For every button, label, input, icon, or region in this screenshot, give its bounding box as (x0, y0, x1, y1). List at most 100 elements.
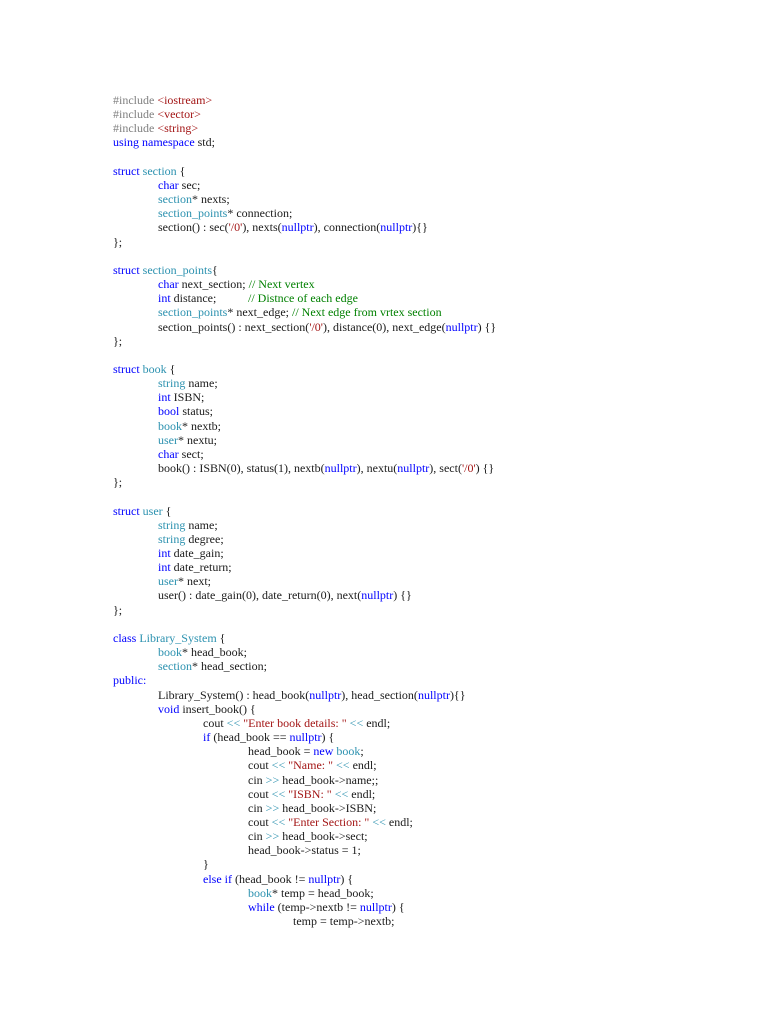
code-line: struct user { (113, 504, 496, 518)
keyword: nullptr (308, 871, 341, 886)
code-text: Library_System() : head_book( (158, 687, 310, 702)
code-text: ) { (321, 730, 335, 745)
code-line: #include <vector> (113, 107, 496, 121)
type-name: book (158, 645, 182, 660)
code-text: ) {} (477, 319, 497, 334)
code-line: }; (113, 603, 496, 617)
code-line: head_book = new book; (248, 744, 496, 758)
code-text: (temp->nextb != (274, 899, 360, 914)
code-line: section_points* next_edge; // Next edge … (158, 305, 496, 319)
code-line: int date_gain; (158, 546, 496, 560)
code-line: section* nexts; (158, 192, 496, 206)
type-name: section (158, 659, 192, 674)
code-text: { (216, 630, 226, 645)
keyword: class (113, 630, 137, 645)
string-literal: "Enter Section: " (285, 814, 373, 829)
code-text: head_book->status = 1; (248, 843, 361, 858)
code-text: ) { (340, 871, 354, 886)
code-text: user() : date_gain(0), date_return(0), n… (158, 588, 362, 603)
code-line: cin >> head_book->ISBN; (248, 801, 496, 815)
code-text: section_points() : next_section( (158, 319, 310, 334)
keyword: char (158, 177, 179, 192)
code-text: }; (113, 475, 123, 490)
code-line: struct book { (113, 362, 496, 376)
code-text: head_book = (248, 744, 314, 759)
code-text: name; (185, 376, 218, 391)
code-line: class Library_System { (113, 631, 496, 645)
code-line: user* next; (158, 574, 496, 588)
keyword: char (158, 446, 179, 461)
code-text: std; (194, 135, 215, 150)
operator: << (226, 715, 241, 730)
code-line: section() : sec('/0'), nexts(nullptr), c… (158, 220, 496, 234)
string-literal: <iostream> (157, 93, 213, 107)
keyword: new (313, 744, 334, 759)
code-line: cout << "Enter book details: " << endl; (203, 716, 496, 730)
operator: << (271, 786, 286, 801)
code-line: cout << "ISBN: " << endl; (248, 787, 496, 801)
keyword: nullptr (397, 461, 430, 476)
code-text: * temp = head_book; (272, 885, 374, 900)
code-line: Library_System() : head_book(nullptr), h… (158, 688, 496, 702)
code-text: cin (248, 772, 266, 787)
code-text: * next; (178, 574, 211, 589)
code-text: head_book->ISBN; (279, 800, 377, 815)
preprocessor-token: #include (113, 121, 158, 136)
code-text: endl; (348, 786, 376, 801)
code-line: cin >> head_book->sect; (248, 829, 496, 843)
code-line: string name; (158, 376, 496, 390)
code-text: ){} (449, 687, 466, 702)
code-line: char sect; (158, 447, 496, 461)
code-line: else if (head_book != nullptr) { (203, 872, 496, 886)
code-text: * head_section; (192, 659, 267, 674)
code-line: int date_return; (158, 560, 496, 574)
keyword: struct (113, 503, 140, 518)
operator: << (271, 758, 286, 773)
code-text: temp = temp->nextb; (293, 914, 395, 929)
code-line: cout << "Name: " << endl; (248, 758, 496, 772)
operator: << (334, 786, 349, 801)
code-text: ), sect( (429, 461, 462, 476)
code-line: while (temp->nextb != nullptr) { (248, 900, 496, 914)
keyword: int (158, 291, 171, 306)
code-document: #include <iostream> #include <vector> #inc… (113, 93, 496, 928)
keyword: using namespace (113, 135, 195, 150)
code-text: * head_book; (182, 645, 247, 660)
code-text: * nextu; (178, 432, 217, 447)
code-text: endl; (349, 758, 377, 773)
keyword: nullptr (281, 220, 314, 235)
code-text: endl; (363, 715, 391, 730)
code-line: void insert_book() { (158, 702, 496, 716)
code-line: } (203, 857, 496, 871)
code-text: ){} (412, 220, 428, 235)
code-line: char next_section; // Next vertex (158, 277, 496, 291)
keyword: nullptr (289, 730, 322, 745)
code-text: (head_book != (232, 871, 309, 886)
code-text: }; (113, 602, 123, 617)
code-line: head_book->status = 1; (248, 843, 496, 857)
code-text: ), distance(0), next_edge( (322, 319, 446, 334)
code-text: ) {} (475, 461, 495, 476)
code-text: { (162, 503, 172, 518)
keyword: nullptr (417, 687, 450, 702)
operator: >> (265, 829, 280, 844)
type-name: section (158, 192, 192, 207)
code-line: book() : ISBN(0), status(1), nextb( nullp… (158, 461, 496, 475)
code-text: ; (360, 744, 364, 759)
code-text: cout (203, 715, 227, 730)
code-text: (head_book == (210, 730, 290, 745)
keyword: int (158, 560, 171, 575)
code-text: book() : ISBN(0), status(1), nextb( (158, 461, 325, 476)
code-text: sect; (178, 446, 204, 461)
code-line: #include <iostream> (113, 93, 496, 107)
type-name: section_points (158, 305, 228, 320)
type-name: book (248, 885, 272, 900)
code-text: name; (185, 517, 218, 532)
string-literal: <vector> (157, 107, 201, 122)
operator: << (349, 715, 364, 730)
type-name: book (139, 361, 167, 376)
keyword: while (248, 899, 275, 914)
code-text: ), connection( (313, 220, 381, 235)
